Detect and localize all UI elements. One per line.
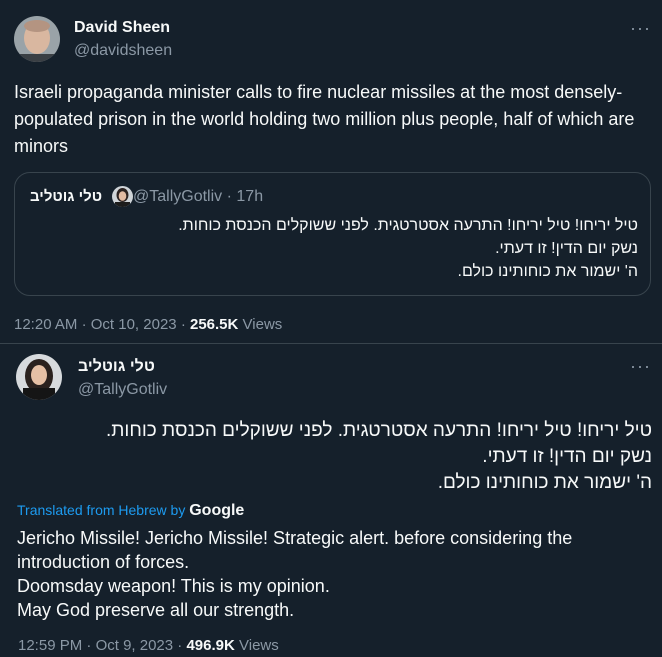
- quoted-author-name[interactable]: טלי גוטליב: [30, 188, 102, 205]
- quoted-avatar[interactable]: [112, 186, 134, 207]
- quoted-line-1: טיל יריחו! טיל יריחו! התרעה אסטרטגית. לפ…: [178, 217, 638, 234]
- hebrew-line-1: טיל יריחו! טיל יריחו! התרעה אסטרטגית. לפ…: [106, 420, 652, 441]
- tweet-divider: [0, 343, 662, 344]
- author-handle[interactable]: @davidsheen: [74, 42, 172, 60]
- quoted-time[interactable]: 17h: [236, 188, 263, 205]
- tweet-meta: 12:59 PM · Oct 9, 2023 · 496.9K Views: [18, 637, 279, 654]
- quoted-tweet-text: טיל יריחו! טיל יריחו! התרעה אסטרטגית. לפ…: [178, 214, 638, 283]
- quoted-meta: @TallyGotliv · 17h: [133, 188, 263, 206]
- translated-from-label[interactable]: Translated from Hebrew by Google: [17, 502, 244, 520]
- separator: ·: [81, 316, 87, 333]
- translation-line-2: introduction of forces.: [17, 552, 190, 572]
- author-name[interactable]: David Sheen: [74, 19, 170, 37]
- tweet-time[interactable]: 12:59 PM: [18, 637, 82, 654]
- google-logo: Google: [189, 502, 245, 519]
- author-handle[interactable]: @TallyGotliv: [78, 381, 167, 399]
- separator: ·: [226, 188, 232, 205]
- tweet-date[interactable]: Oct 9, 2023: [96, 637, 174, 654]
- view-count: 256.5K: [189, 316, 239, 333]
- more-options-icon[interactable]: ···: [630, 18, 651, 39]
- views-label: Views: [242, 316, 283, 333]
- tweet-text: Israeli propaganda minister calls to fir…: [14, 82, 635, 156]
- avatar-david-sheen[interactable]: [14, 16, 60, 62]
- author-name[interactable]: טלי גוטליב: [78, 358, 155, 376]
- separator: ·: [177, 637, 183, 654]
- translation-text: Jericho Missile! Jericho Missile! Strate…: [17, 526, 647, 622]
- hebrew-line-3: ה' ישמור את כוחותינו כולם.: [437, 472, 652, 493]
- view-count: 496.9K: [186, 637, 235, 654]
- translated-prefix: Translated from Hebrew by: [17, 502, 186, 518]
- translation-line-3: Doomsday weapon! This is my opinion.: [17, 576, 330, 596]
- more-options-icon[interactable]: ···: [630, 356, 651, 377]
- quoted-tweet-header: טלי גוטליב: [30, 186, 134, 208]
- quoted-line-2: נשק יום הדין! זו דעתי.: [495, 240, 638, 257]
- views-label: Views: [239, 637, 279, 654]
- separator: ·: [86, 637, 92, 654]
- tweet-text-hebrew: טיל יריחו! טיל יריחו! התרעה אסטרטגית. לפ…: [106, 418, 652, 496]
- quoted-author-handle[interactable]: @TallyGotliv: [133, 188, 222, 205]
- translation-line-1: Jericho Missile! Jericho Missile! Strate…: [17, 528, 573, 548]
- hebrew-line-2: נשק יום הדין! זו דעתי.: [482, 446, 652, 467]
- separator: ·: [180, 316, 186, 333]
- tweet-time[interactable]: 12:20 AM: [14, 316, 77, 333]
- translation-line-4: May God preserve all our strength.: [17, 600, 295, 620]
- quoted-line-3: ה' ישמור את כוחותינו כולם.: [457, 263, 638, 280]
- tweet-date[interactable]: Oct 10, 2023: [91, 316, 177, 333]
- avatar-tally-gotliv[interactable]: [16, 354, 62, 400]
- tweet-meta: 12:20 AM · Oct 10, 2023 · 256.5K Views: [14, 316, 282, 333]
